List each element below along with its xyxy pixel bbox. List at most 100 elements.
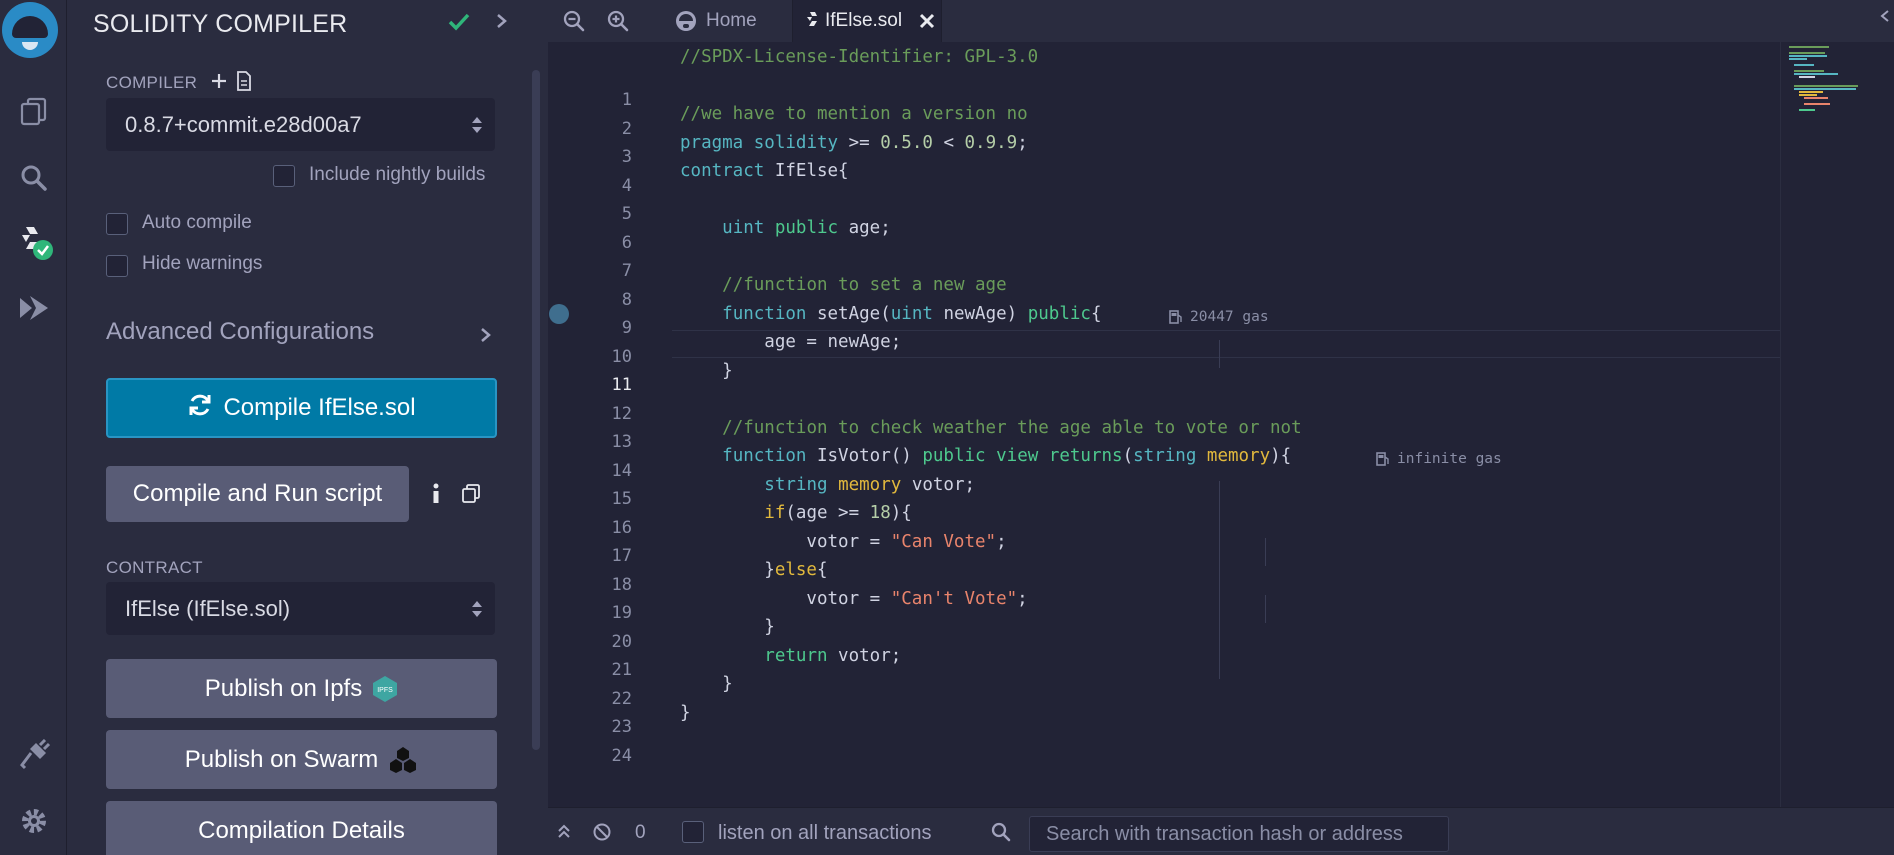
settings-icon[interactable] <box>0 796 67 846</box>
remix-home-icon <box>674 9 698 33</box>
code-line[interactable]: if(age >= 18){ <box>680 503 912 523</box>
line-number: 6 <box>621 232 632 253</box>
gas-pump-icon <box>1376 452 1389 466</box>
clear-console-icon[interactable] <box>592 822 612 847</box>
compiler-version-value: 0.8.7+commit.e28d00a7 <box>125 111 362 137</box>
line-number: 22 <box>611 688 632 709</box>
code-line[interactable]: } <box>680 703 691 723</box>
gas-value: 20447 gas <box>1190 309 1269 325</box>
transaction-search-input[interactable]: Search with transaction hash or address <box>1029 816 1449 852</box>
code-line[interactable]: contract IfElse{ <box>680 161 849 181</box>
panel-splitter[interactable] <box>541 0 548 855</box>
line-number: 23 <box>611 717 632 737</box>
line-number: 11 <box>611 375 632 395</box>
compiler-label: COMPILER <box>106 73 198 92</box>
minimap[interactable] <box>1780 42 1894 807</box>
line-number: 18 <box>611 574 632 595</box>
code-line[interactable]: //function to check weather the age able… <box>680 418 1301 438</box>
code-line[interactable]: }else{ <box>680 560 827 580</box>
plugin-manager-icon[interactable] <box>0 730 67 780</box>
code-line[interactable]: function setAge(uint newAge) public{ <box>680 304 1101 324</box>
file-explorer-icon[interactable] <box>0 86 67 136</box>
panel-title: SOLIDITY COMPILER <box>93 10 348 38</box>
publish-ipfs-button[interactable]: Publish on Ipfs IPFS <box>106 659 497 718</box>
gas-estimate-line15: infinite gas <box>1375 451 1502 467</box>
publish-swarm-button[interactable]: Publish on Swarm <box>106 730 497 789</box>
tab-ifelse-sol[interactable]: IfElse.sol <box>792 0 942 42</box>
listen-all-label: listen on all transactions <box>718 822 932 844</box>
code-line[interactable]: } <box>680 674 733 694</box>
publish-swarm-label: Publish on Swarm <box>184 745 379 773</box>
contract-select[interactable]: IfElse (IfElse.sol) <box>106 582 495 635</box>
compile-button[interactable]: Compile IfElse.sol <box>106 378 497 438</box>
hide-warnings-checkbox[interactable] <box>106 255 128 277</box>
nightly-builds-label: Include nightly builds <box>309 164 486 185</box>
select-arrows-icon <box>471 114 483 142</box>
code-line[interactable]: votor = "Can Vote"; <box>680 532 1006 552</box>
code-line[interactable]: //SPDX-License-Identifier: GPL-3.0 <box>680 47 1038 67</box>
hide-warnings-label: Hide warnings <box>142 253 263 274</box>
indent-guide <box>1219 340 1220 368</box>
solidity-compiler-panel: SOLIDITY COMPILER COMPILER 0.8.7+commit.… <box>67 0 548 855</box>
close-tab-icon[interactable] <box>918 12 936 30</box>
line-number: 16 <box>611 517 632 538</box>
deploy-run-icon[interactable] <box>0 283 67 333</box>
add-compiler-icon[interactable] <box>210 72 228 95</box>
zoom-in-icon[interactable] <box>606 9 630 38</box>
compiler-file-icon[interactable] <box>236 71 252 96</box>
code-line[interactable]: } <box>680 361 733 381</box>
code-line[interactable]: pragma solidity >= 0.5.0 < 0.9.9; <box>680 133 1028 153</box>
arrow-left-icon[interactable] <box>1878 8 1894 29</box>
breakpoint-marker[interactable] <box>549 304 569 324</box>
line-number: 5 <box>621 204 632 224</box>
copy-icon[interactable] <box>462 484 480 509</box>
info-icon[interactable] <box>431 483 441 510</box>
gas-estimate-line10: 20447 gas <box>1168 309 1269 325</box>
code-line[interactable]: votor = "Can't Vote"; <box>680 589 1027 609</box>
line-number: 14 <box>611 460 632 481</box>
line-number: 20 <box>611 631 632 652</box>
contract-label: CONTRACT <box>106 558 203 577</box>
line-number: 12 <box>611 403 632 424</box>
tab-file-label: IfElse.sol <box>825 10 903 31</box>
tab-home-label: Home <box>706 10 757 31</box>
compiled-check-icon <box>447 10 471 37</box>
chevrons-up-icon[interactable] <box>556 823 572 846</box>
compiler-version-select[interactable]: 0.8.7+commit.e28d00a7 <box>106 98 495 151</box>
code-line[interactable]: function IsVotor() public view returns(s… <box>680 446 1291 466</box>
indent-guide <box>1219 481 1220 679</box>
code-line[interactable]: return votor; <box>680 646 901 666</box>
swarm-logo-icon <box>388 745 418 775</box>
chevron-right-icon[interactable] <box>479 324 493 351</box>
compile-run-script-button[interactable]: Compile and Run script <box>106 466 409 522</box>
terminal-bar: 0 listen on all transactions Search with… <box>548 807 1894 855</box>
solidity-compiler-icon[interactable] <box>0 218 67 268</box>
panel-scrollbar[interactable] <box>532 70 540 750</box>
listen-all-checkbox[interactable] <box>682 821 704 843</box>
line-number: 3 <box>621 147 632 167</box>
line-number: 4 <box>621 175 632 196</box>
ipfs-badge-text: IPFS <box>377 687 393 694</box>
search-icon[interactable] <box>0 153 67 203</box>
publish-ipfs-label: Publish on Ipfs <box>204 674 363 702</box>
code-line[interactable]: uint public age; <box>680 218 891 238</box>
code-line[interactable]: //function to set a new age <box>680 275 1006 295</box>
code-line[interactable]: string memory votor; <box>680 475 975 495</box>
compilation-details-button[interactable]: Compilation Details <box>106 801 497 855</box>
remix-logo-icon[interactable] <box>2 2 58 58</box>
line-number: 1 <box>621 90 632 110</box>
chevron-right-icon[interactable] <box>495 10 509 37</box>
minimap-preview <box>1789 46 1858 111</box>
auto-compile-checkbox[interactable] <box>106 213 128 235</box>
tab-home[interactable]: Home <box>660 0 792 42</box>
gas-pump-icon <box>1169 310 1182 324</box>
code-line[interactable]: } <box>680 617 775 637</box>
code-line[interactable]: //we have to mention a version no <box>680 104 1028 124</box>
code-line[interactable]: age = newAge; <box>680 332 901 352</box>
zoom-out-icon[interactable] <box>562 9 586 38</box>
line-number: 17 <box>611 546 632 566</box>
line-number: 15 <box>611 489 632 509</box>
pending-tx-count: 0 <box>635 822 646 843</box>
nightly-builds-checkbox[interactable] <box>273 165 295 187</box>
advanced-configurations-toggle[interactable]: Advanced Configurations <box>106 318 374 346</box>
